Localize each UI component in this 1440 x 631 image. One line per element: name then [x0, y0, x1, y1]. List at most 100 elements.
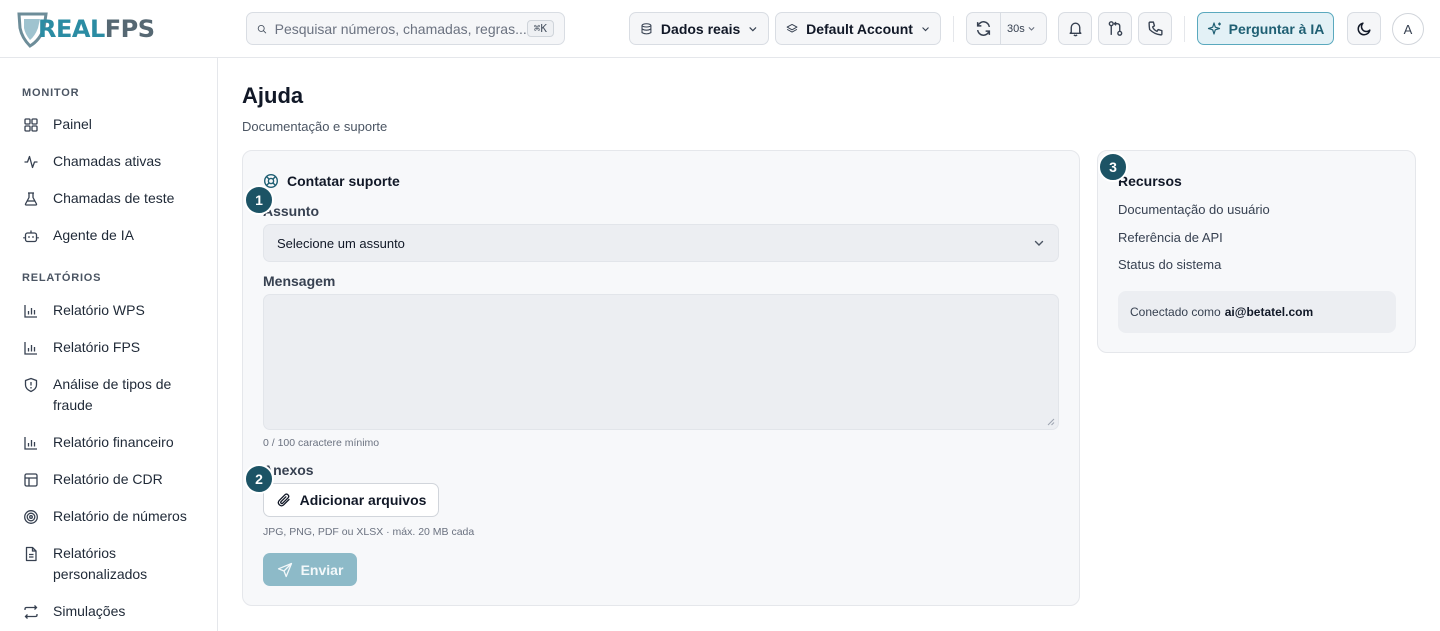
page-subtitle: Documentação e suporte	[242, 119, 388, 134]
step-badge-2: 2	[244, 464, 274, 494]
support-title-text: Contatar suporte	[287, 173, 400, 189]
sidebar-item-relatorio-cdr[interactable]: Relatório de CDR	[22, 469, 207, 490]
link-system-status[interactable]: Status do sistema	[1118, 257, 1221, 272]
sidebar-item-label: Análise de tipos de fraude	[53, 376, 172, 413]
sidebar-item-relatorio-wps[interactable]: Relatório WPS	[22, 300, 207, 321]
git-compare-icon	[1108, 21, 1122, 36]
support-card: Contatar suporte Assunto Selecione um as…	[242, 150, 1080, 606]
brand-name-part1: REAL	[38, 15, 105, 43]
sidebar-item-label: Relatório de CDR	[53, 471, 163, 487]
bar-chart-icon	[22, 337, 39, 358]
sidebar-item-chamadas-de-teste[interactable]: Chamadas de teste	[22, 188, 207, 209]
search-input[interactable]: Pesquisar números, chamadas, regras... ⌘…	[246, 12, 565, 45]
resources-title: Recursos	[1118, 173, 1182, 189]
phone-icon	[1147, 21, 1163, 36]
sidebar-item-relatorio-numeros[interactable]: Relatório de números	[22, 506, 207, 527]
sidebar-item-label: Agente de IA	[53, 227, 134, 243]
search-shortcut: ⌘K	[526, 20, 554, 37]
resources-card: Recursos Documentação do usuário Referên…	[1097, 150, 1416, 353]
message-char-count: 0 / 100 caractere mínimo	[263, 437, 380, 449]
link-user-docs[interactable]: Documentação do usuário	[1118, 202, 1270, 217]
sidebar-item-relatorio-fps[interactable]: Relatório FPS	[22, 337, 207, 358]
data-source-label: Dados reais	[660, 20, 741, 37]
activity-icon	[22, 151, 39, 172]
sidebar-item-chamadas-ativas[interactable]: Chamadas ativas	[22, 151, 207, 172]
routing-button[interactable]	[1098, 12, 1132, 45]
account-label: Default Account	[806, 20, 913, 37]
moon-icon	[1357, 22, 1371, 36]
refresh-interval-value: 30s	[1007, 22, 1025, 35]
refresh-icon	[976, 21, 991, 36]
refresh-interval-select[interactable]: 30s	[1001, 23, 1036, 35]
support-title: Contatar suporte	[263, 173, 400, 189]
sidebar: MONITOR Painel Chamadas ativas Chamadas …	[0, 58, 218, 631]
sidebar-item-agente-de-ia[interactable]: Agente de IA	[22, 225, 207, 246]
ask-ai-label: Perguntar à IA	[1228, 20, 1325, 37]
layers-icon	[786, 23, 798, 33]
resize-grip-icon[interactable]	[1047, 418, 1055, 426]
send-label: Enviar	[300, 561, 344, 578]
bot-icon	[22, 225, 39, 246]
user-avatar[interactable]: A	[1392, 13, 1424, 45]
sidebar-item-label: Simulações	[53, 603, 126, 619]
sidebar-item-label: Chamadas de teste	[53, 190, 175, 206]
database-icon	[641, 22, 652, 34]
search-placeholder: Pesquisar números, chamadas, regras...	[274, 20, 527, 37]
link-api-reference[interactable]: Referência de API	[1118, 230, 1223, 245]
file-text-icon	[22, 543, 39, 564]
toolbar-divider	[1184, 16, 1185, 42]
toolbar-divider	[953, 16, 954, 42]
refresh-control: 30s	[966, 12, 1047, 45]
subject-select-value: Selecione um assunto	[277, 235, 405, 251]
notifications-button[interactable]	[1058, 12, 1092, 45]
bar-chart-icon	[22, 432, 39, 453]
phone-button[interactable]	[1138, 12, 1172, 45]
brand-name-part2: FPS	[104, 15, 155, 43]
chevron-down-icon	[1034, 240, 1044, 246]
chevron-down-icon	[1028, 26, 1035, 31]
sidebar-section-monitor: MONITOR	[22, 87, 80, 99]
chevron-down-icon	[749, 26, 757, 31]
sidebar-item-label: Painel	[53, 116, 92, 132]
refresh-button[interactable]	[967, 13, 1001, 44]
step-badge-1: 1	[244, 185, 274, 215]
target-icon	[22, 506, 39, 527]
page-title: Ajuda	[242, 83, 304, 108]
connected-email: ai@betatel.com	[1224, 305, 1314, 319]
subject-select[interactable]: Selecione um assunto	[263, 224, 1059, 262]
sidebar-item-relatorio-financeiro[interactable]: Relatório financeiro	[22, 432, 207, 453]
theme-toggle-button[interactable]	[1347, 12, 1381, 45]
ask-ai-button[interactable]: Perguntar à IA	[1197, 12, 1334, 45]
brand-logo[interactable]: REALFPS	[16, 9, 155, 49]
sparkles-icon	[1207, 21, 1221, 35]
sidebar-item-label: Chamadas ativas	[53, 153, 162, 169]
sidebar-item-label: Relatórios personalizados	[53, 545, 148, 582]
sidebar-item-analise-de-fraude[interactable]: Análise de tipos de fraude	[22, 374, 207, 416]
account-select[interactable]: Default Account	[775, 12, 941, 45]
sidebar-item-relatorios-personalizados[interactable]: Relatórios personalizados	[22, 543, 207, 585]
paperclip-icon	[277, 493, 290, 507]
connected-as: Conectado como ai@betatel.com	[1118, 291, 1396, 333]
data-source-select[interactable]: Dados reais	[629, 12, 769, 45]
sidebar-section-reports: RELATÓRIOS	[22, 272, 102, 284]
message-label: Mensagem	[263, 273, 336, 289]
chevron-down-icon	[922, 26, 929, 31]
sidebar-item-label: Relatório de números	[53, 508, 187, 524]
sidebar-item-label: Relatório FPS	[53, 339, 141, 355]
message-textarea[interactable]	[263, 294, 1059, 430]
sidebar-item-label: Relatório WPS	[53, 302, 145, 318]
bell-icon	[1068, 22, 1082, 37]
connected-prefix: Conectado como	[1130, 305, 1221, 319]
bar-chart-icon	[22, 300, 39, 321]
files-hint: JPG, PNG, PDF ou XLSX · máx. 20 MB cada	[263, 526, 475, 538]
step-badge-3: 3	[1098, 152, 1128, 182]
send-icon	[277, 562, 292, 577]
table-icon	[22, 469, 39, 490]
arrows-repeat-icon	[22, 601, 39, 622]
sidebar-item-painel[interactable]: Painel	[22, 114, 207, 135]
add-files-button[interactable]: Adicionar arquivos	[263, 483, 439, 517]
shield-alert-icon	[22, 374, 39, 395]
send-button[interactable]: Enviar	[263, 553, 357, 586]
sidebar-item-simulacoes[interactable]: Simulações	[22, 601, 207, 622]
add-files-label: Adicionar arquivos	[299, 492, 427, 508]
